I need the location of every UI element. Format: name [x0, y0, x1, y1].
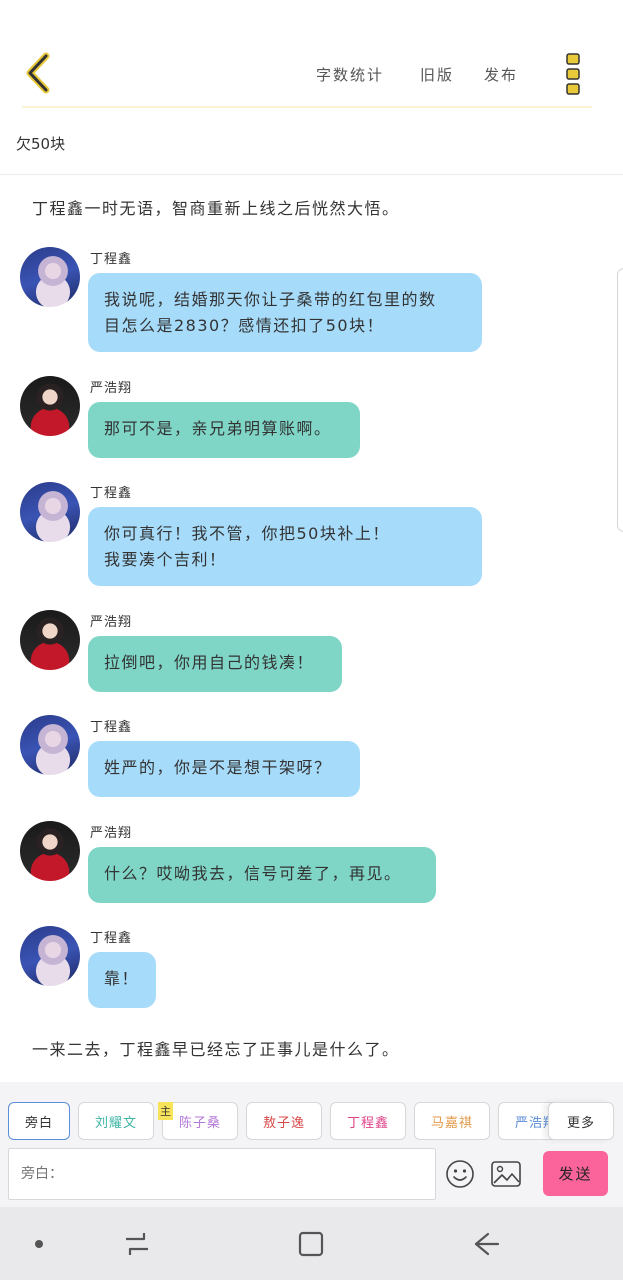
- message-input[interactable]: [8, 1148, 436, 1200]
- title-bar: [0, 112, 623, 175]
- more-options-icon[interactable]: [564, 52, 582, 96]
- message-input-field[interactable]: [9, 1149, 435, 1199]
- speaker-name: 严浩翔: [90, 381, 133, 396]
- scroll-handle[interactable]: [617, 268, 623, 532]
- message-line: 靠！: [104, 969, 140, 988]
- back-nav-icon[interactable]: [470, 1229, 502, 1259]
- speaker-name: 严浩翔: [90, 826, 133, 841]
- app-header: 字数统计 旧版 发布: [0, 0, 623, 112]
- header-divider: [22, 106, 592, 108]
- avatar-yan[interactable]: [20, 821, 80, 881]
- speaker-name: 严浩翔: [90, 615, 133, 630]
- message-line: 什么？哎呦我去，信号可差了，再见。: [104, 864, 402, 883]
- avatar-ding[interactable]: [20, 482, 80, 542]
- system-nav-bar: [0, 1207, 623, 1280]
- more-roles-button[interactable]: 更多: [548, 1102, 614, 1140]
- message-bubble[interactable]: 你可真行！我不管，你把50块补上！ 我要凑个吉利！: [88, 507, 482, 586]
- speaker-name: 丁程鑫: [90, 720, 133, 735]
- message-line: 那可不是，亲兄弟明算账啊。: [104, 419, 332, 438]
- home-icon[interactable]: [296, 1229, 326, 1259]
- image-icon[interactable]: [490, 1160, 522, 1188]
- role-chip[interactable]: 敖子逸: [246, 1102, 322, 1140]
- message-line: 姓严的，你是不是想干架呀？: [104, 758, 332, 777]
- word-count-button[interactable]: 字数统计: [316, 64, 384, 85]
- avatar-ding[interactable]: [20, 715, 80, 775]
- message-bubble[interactable]: 拉倒吧，你用自己的钱凑！: [88, 636, 342, 692]
- role-chip-narrator[interactable]: 旁白: [8, 1102, 70, 1140]
- message-line: 拉倒吧，你用自己的钱凑！: [104, 653, 315, 672]
- narration-text: 一来二去，丁程鑫早已经忘了正事儿是什么了。: [32, 1040, 400, 1059]
- old-version-button[interactable]: 旧版: [420, 64, 454, 85]
- emoji-icon[interactable]: [445, 1159, 475, 1189]
- nav-dot-icon[interactable]: [34, 1239, 44, 1249]
- host-tag: 主: [158, 1102, 173, 1120]
- publish-button[interactable]: 发布: [484, 64, 518, 85]
- role-chip[interactable]: 陈子桑: [162, 1102, 238, 1140]
- story-title[interactable]: 欠50块: [16, 133, 65, 154]
- message-bubble[interactable]: 我说呢，结婚那天你让子桑带的红包里的数 目怎么是2830？感情还扣了50块！: [88, 273, 482, 352]
- message-bubble[interactable]: 什么？哎呦我去，信号可差了，再见。: [88, 847, 436, 903]
- role-chip[interactable]: 马嘉祺: [414, 1102, 490, 1140]
- speaker-name: 丁程鑫: [90, 486, 133, 501]
- message-bubble[interactable]: 靠！: [88, 952, 156, 1008]
- message-line: 我说呢，结婚那天你让子桑带的红包里的数: [104, 290, 437, 309]
- avatar-ding[interactable]: [20, 247, 80, 307]
- avatar-yan[interactable]: [20, 610, 80, 670]
- message-bubble[interactable]: 姓严的，你是不是想干架呀？: [88, 741, 360, 797]
- back-arrow-icon[interactable]: [22, 52, 56, 94]
- role-chip[interactable]: 丁程鑫: [330, 1102, 406, 1140]
- message-line: 目怎么是2830？感情还扣了50块！: [104, 316, 385, 335]
- send-button[interactable]: 发送: [543, 1151, 608, 1196]
- message-line: 我要凑个吉利！: [104, 550, 227, 569]
- speaker-name: 丁程鑫: [90, 252, 133, 267]
- role-chip[interactable]: 刘耀文: [78, 1102, 154, 1140]
- speaker-name: 丁程鑫: [90, 931, 133, 946]
- narration-text: 丁程鑫一时无语，智商重新上线之后恍然大悟。: [32, 199, 400, 218]
- message-line: 你可真行！我不管，你把50块补上！: [104, 524, 390, 543]
- recent-apps-icon[interactable]: [122, 1229, 152, 1259]
- avatar-yan[interactable]: [20, 376, 80, 436]
- avatar-ding[interactable]: [20, 926, 80, 986]
- message-bubble[interactable]: 那可不是，亲兄弟明算账啊。: [88, 402, 360, 458]
